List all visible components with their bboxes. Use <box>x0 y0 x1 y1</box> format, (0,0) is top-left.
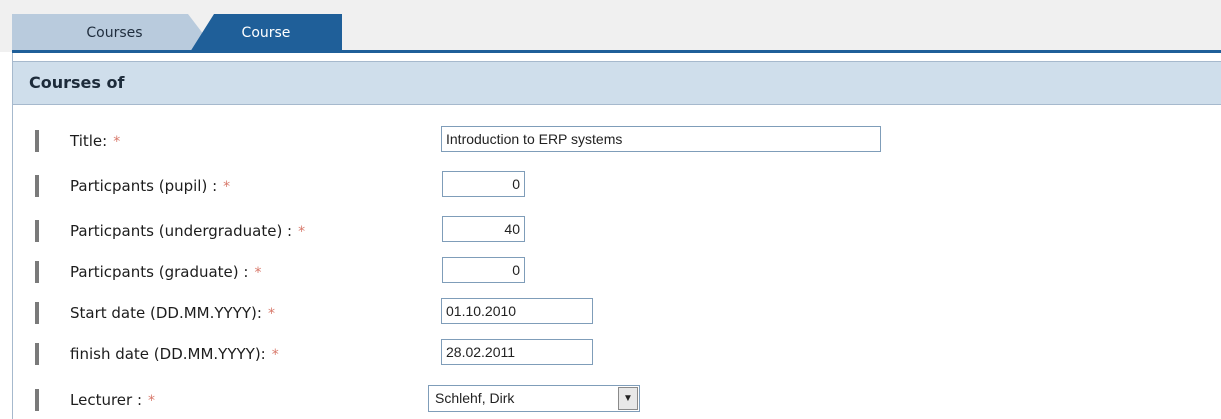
required-asterisk: * <box>267 306 275 322</box>
title-label: Title: * <box>70 132 121 150</box>
panel-title: Courses of <box>13 61 1221 105</box>
row-indicator <box>35 302 39 324</box>
row-indicator <box>35 343 39 365</box>
title-input[interactable]: Introduction to ERP systems <box>441 126 881 152</box>
form-row-undergraduate: Particpants (undergraduate) : * 40 <box>13 216 1221 246</box>
tab-bar: Courses Course <box>0 0 1221 53</box>
row-indicator <box>35 220 39 242</box>
dropdown-arrow-icon[interactable]: ▼ <box>618 387 638 410</box>
start-date-label: Start date (DD.MM.YYYY): * <box>70 304 275 322</box>
required-asterisk: * <box>148 393 156 409</box>
form-row-graduate: Particpants (graduate) : * 0 <box>13 257 1221 287</box>
pupil-label: Particpants (pupil) : * <box>70 177 231 195</box>
lecturer-select[interactable]: Schlehf, Dirk ▼ <box>428 385 640 412</box>
graduate-input[interactable]: 0 <box>442 257 525 283</box>
row-indicator <box>35 175 39 197</box>
row-indicator <box>35 261 39 283</box>
finish-date-input[interactable]: 28.02.2011 <box>441 339 593 365</box>
tab-courses[interactable]: Courses <box>12 14 217 52</box>
tab-course[interactable]: Course <box>190 14 342 52</box>
required-asterisk: * <box>113 134 121 150</box>
course-panel: Courses of Title: * Introduction to ERP s… <box>12 53 1221 419</box>
form-row-title: Title: * Introduction to ERP systems <box>13 126 1221 156</box>
pupil-input[interactable]: 0 <box>442 171 525 197</box>
row-indicator <box>35 130 39 152</box>
required-asterisk: * <box>254 265 262 281</box>
row-indicator <box>35 389 39 411</box>
form-row-pupil: Particpants (pupil) : * 0 <box>13 171 1221 201</box>
required-asterisk: * <box>298 224 306 240</box>
form-row-finish-date: finish date (DD.MM.YYYY): * 28.02.2011 <box>13 339 1221 369</box>
form-row-start-date: Start date (DD.MM.YYYY): * 01.10.2010 <box>13 298 1221 328</box>
form-row-lecturer: Lecturer : * Schlehf, Dirk ▼ <box>13 385 1221 415</box>
start-date-input[interactable]: 01.10.2010 <box>441 298 593 324</box>
required-asterisk: * <box>223 179 231 195</box>
finish-date-label: finish date (DD.MM.YYYY): * <box>70 345 279 363</box>
undergraduate-label: Particpants (undergraduate) : * <box>70 222 306 240</box>
lecturer-label: Lecturer : * <box>70 391 156 409</box>
graduate-label: Particpants (graduate) : * <box>70 263 262 281</box>
lecturer-selected-value: Schlehf, Dirk <box>435 390 515 406</box>
undergraduate-input[interactable]: 40 <box>442 216 525 242</box>
required-asterisk: * <box>271 347 279 363</box>
